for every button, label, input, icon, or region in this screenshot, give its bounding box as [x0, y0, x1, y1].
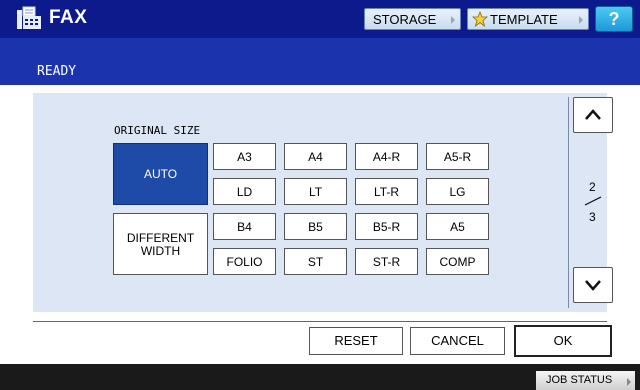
- size-b5-button[interactable]: B5: [284, 213, 347, 240]
- template-button[interactable]: TEMPLATE: [467, 8, 589, 30]
- scroll-down-button[interactable]: [573, 267, 613, 303]
- page-separator: [584, 196, 602, 206]
- size-b4-button[interactable]: B4: [213, 213, 276, 240]
- size-st-button[interactable]: ST: [284, 248, 347, 275]
- size-a3-button[interactable]: A3: [213, 143, 276, 170]
- arrow-right-icon: [579, 16, 583, 24]
- size-st-r-button[interactable]: ST-R: [355, 248, 418, 275]
- arrow-right-icon: [627, 378, 631, 386]
- cancel-button[interactable]: CANCEL: [410, 327, 505, 355]
- divider: [33, 321, 607, 322]
- size-b5-r-button[interactable]: B5-R: [355, 213, 418, 240]
- scroll-up-button[interactable]: [573, 97, 613, 133]
- help-button[interactable]: ?: [595, 6, 633, 32]
- size-a4-r-button[interactable]: A4-R: [355, 143, 418, 170]
- status-bar: [0, 38, 640, 85]
- scroll-divider: [568, 97, 569, 308]
- template-button-label: TEMPLATE: [490, 12, 558, 27]
- status-message: READY: [37, 64, 77, 79]
- size-folio-button[interactable]: FOLIO: [213, 248, 276, 275]
- storage-button[interactable]: STORAGE: [364, 8, 461, 30]
- reset-button[interactable]: RESET: [309, 327, 403, 355]
- size-lg-button[interactable]: LG: [426, 178, 489, 205]
- app-title: FAX: [49, 7, 88, 28]
- fax-machine-icon: [17, 6, 41, 29]
- size-ld-button[interactable]: LD: [213, 178, 276, 205]
- page-total: 3: [589, 210, 596, 224]
- arrow-right-icon: [451, 16, 455, 24]
- storage-button-label: STORAGE: [373, 12, 437, 27]
- size-a5-r-button[interactable]: A5-R: [426, 143, 489, 170]
- size-a5-button[interactable]: A5: [426, 213, 489, 240]
- size-a4-button[interactable]: A4: [284, 143, 347, 170]
- size-comp-button[interactable]: COMP: [426, 248, 489, 275]
- chevron-down-icon: [585, 280, 601, 291]
- size-lt-r-button[interactable]: LT-R: [355, 178, 418, 205]
- job-status-button[interactable]: JOB STATUS: [536, 371, 635, 390]
- chevron-up-icon: [585, 109, 601, 120]
- star-icon: [472, 11, 488, 27]
- job-status-label: JOB STATUS: [546, 374, 613, 386]
- size-lt-button[interactable]: LT: [284, 178, 347, 205]
- size-auto-button[interactable]: AUTO: [113, 143, 208, 205]
- ok-button[interactable]: OK: [514, 325, 612, 357]
- original-size-label: ORIGINAL SIZE: [114, 124, 201, 137]
- size-different-width-button[interactable]: DIFFERENT WIDTH: [113, 213, 208, 275]
